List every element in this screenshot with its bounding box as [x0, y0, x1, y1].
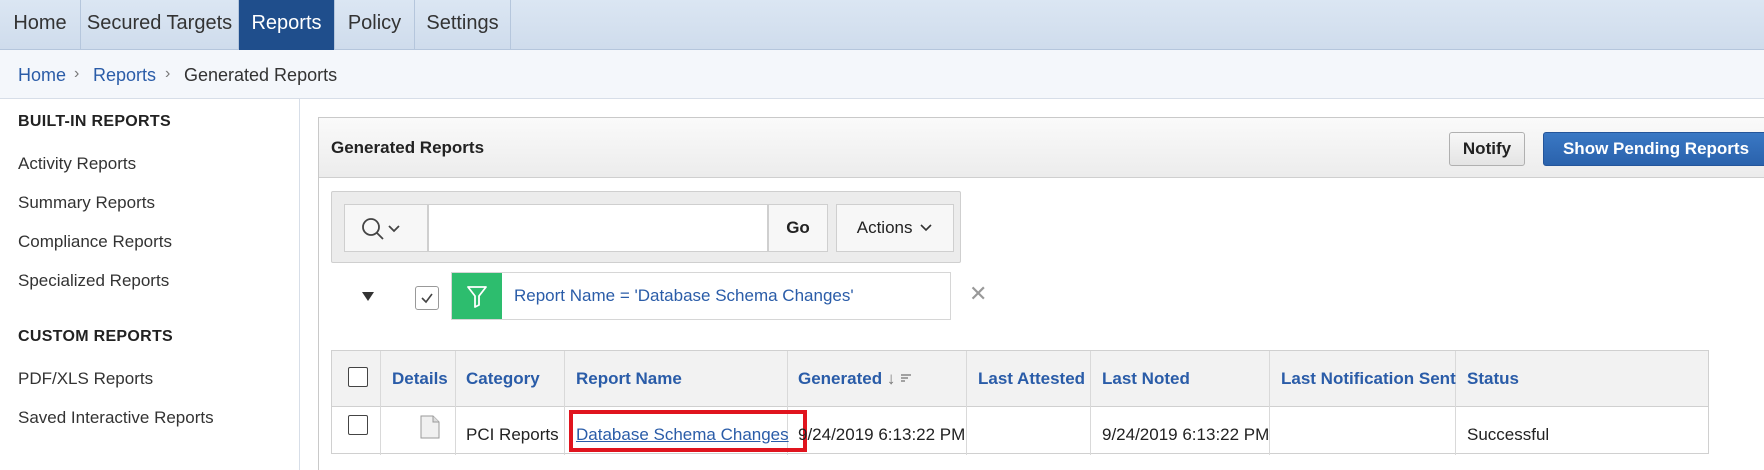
sidebar-heading-builtin: BUILT-IN REPORTS — [18, 113, 171, 130]
panel-header: Generated Reports Notify Show Pending Re… — [319, 118, 1764, 178]
column-divider — [1455, 351, 1456, 455]
column-header-category[interactable]: Category — [466, 369, 540, 389]
cell-status: Successful — [1467, 425, 1550, 444]
sidebar-item-summary-reports[interactable]: Summary Reports — [18, 193, 155, 213]
chevron-right-icon: › — [74, 65, 80, 82]
search-input[interactable] — [428, 204, 768, 252]
column-divider — [1090, 351, 1091, 455]
column-header-last-noted[interactable]: Last Noted — [1102, 369, 1190, 389]
chevron-right-icon: › — [165, 65, 171, 82]
breadcrumb-current: Generated Reports — [184, 65, 338, 85]
column-header-last-notification-sent[interactable]: Last Notification Sent — [1281, 369, 1456, 389]
notify-button[interactable]: Notify — [1449, 132, 1525, 166]
search-column-selector[interactable] — [344, 204, 428, 252]
column-header-details[interactable]: Details — [392, 369, 448, 389]
column-divider — [564, 351, 565, 455]
tab-settings[interactable]: Settings — [415, 0, 511, 50]
search-icon — [362, 218, 400, 240]
sidebar-item-compliance-reports[interactable]: Compliance Reports — [18, 232, 172, 252]
panel-title: Generated Reports — [331, 138, 485, 157]
column-header-report-name[interactable]: Report Name — [576, 369, 682, 389]
column-divider — [966, 351, 967, 455]
checkmark-icon — [421, 293, 433, 304]
filter-enabled-checkbox[interactable] — [415, 286, 439, 310]
go-button[interactable]: Go — [768, 204, 828, 252]
sidebar-item-specialized-reports[interactable]: Specialized Reports — [18, 271, 169, 291]
sidebar-heading-custom: CUSTOM REPORTS — [18, 328, 174, 345]
cell-generated: 9/24/2019 6:13:22 PM — [798, 425, 966, 444]
column-divider — [455, 351, 456, 455]
tab-reports[interactable]: Reports — [239, 0, 335, 50]
search-toolbar: Go Actions — [331, 191, 961, 263]
reports-table: Details Category Report Name Generated ↓… — [331, 350, 1709, 455]
sidebar-item-saved-interactive-reports[interactable]: Saved Interactive Reports — [18, 408, 214, 428]
select-all-checkbox[interactable] — [348, 367, 368, 387]
top-nav: Home Secured Targets Reports Policy Sett… — [0, 0, 1764, 50]
row-select-checkbox[interactable] — [348, 415, 368, 435]
actions-menu-button[interactable]: Actions — [836, 204, 954, 252]
breadcrumb-home[interactable]: Home — [18, 65, 66, 86]
column-header-status[interactable]: Status — [1467, 369, 1519, 389]
document-icon[interactable] — [420, 415, 440, 439]
cell-category: PCI Reports — [466, 425, 559, 444]
breadcrumb-reports[interactable]: Reports — [93, 65, 156, 86]
sort-descending-icon: ↓ — [886, 369, 896, 388]
breadcrumb: Home › Reports › Generated Reports — [0, 50, 1764, 99]
generated-header-label: Generated — [798, 369, 883, 388]
tab-home[interactable]: Home — [0, 0, 81, 50]
chevron-down-icon — [920, 224, 932, 232]
collapse-triangle-icon[interactable] — [361, 290, 375, 302]
generated-reports-panel: Generated Reports Notify Show Pending Re… — [318, 117, 1764, 470]
column-header-generated[interactable]: Generated ↓ — [798, 369, 912, 389]
show-pending-reports-button[interactable]: Show Pending Reports — [1543, 132, 1764, 166]
column-header-last-attested[interactable]: Last Attested — [978, 369, 1085, 389]
column-divider — [380, 351, 381, 455]
tab-secured-targets[interactable]: Secured Targets — [81, 0, 239, 50]
sort-lines-icon — [901, 374, 912, 382]
sidebar-item-pdf-xls-reports[interactable]: PDF/XLS Reports — [18, 369, 153, 389]
tab-policy[interactable]: Policy — [335, 0, 415, 50]
remove-filter-icon[interactable]: ✕ — [969, 281, 987, 307]
cell-last-noted: 9/24/2019 6:13:22 PM — [1102, 425, 1270, 444]
highlight-box — [569, 410, 807, 452]
filter-text[interactable]: Report Name = 'Database Schema Changes' — [514, 286, 854, 306]
sidebar-item-activity-reports[interactable]: Activity Reports — [18, 154, 136, 174]
sidebar: BUILT-IN REPORTS Activity Reports Summar… — [0, 99, 300, 470]
filter-icon — [452, 273, 502, 319]
filter-chip[interactable]: Report Name = 'Database Schema Changes' — [451, 272, 951, 320]
actions-label: Actions — [856, 218, 913, 237]
